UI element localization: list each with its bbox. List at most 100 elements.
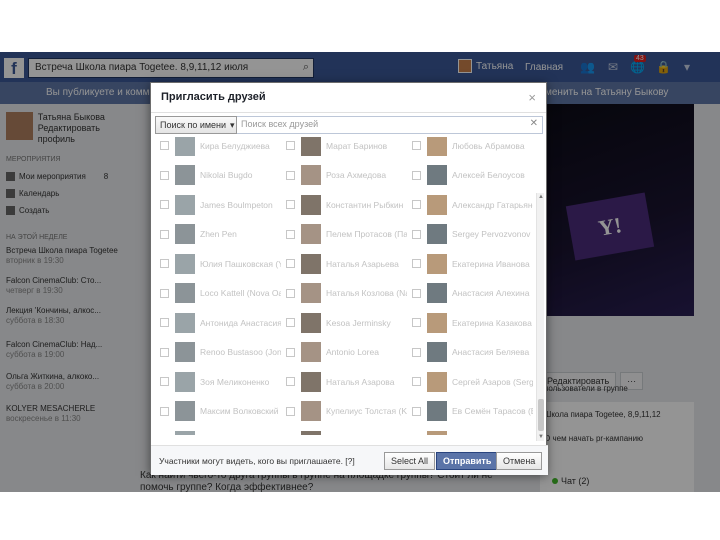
friend-item[interactable]: Анастасия Алехина xyxy=(407,279,533,308)
friend-item[interactable]: Antonio Lorea xyxy=(281,338,407,367)
filter-dropdown[interactable]: Поиск по имени ▾ xyxy=(155,116,237,134)
friend-item[interactable]: Купелиус Толстая (Kuon Zakhatova) xyxy=(281,397,407,426)
avatar xyxy=(427,283,447,303)
friend-name: Ев Семён Тарасов (Evg Semyon Tarasov) xyxy=(452,406,533,416)
friend-item[interactable]: Пелем Протасов (Павел Серцев) xyxy=(281,220,407,249)
friend-name: James Boulmpeton xyxy=(200,199,273,210)
friend-checkbox[interactable] xyxy=(412,170,421,180)
avatar xyxy=(301,253,321,274)
friend-item[interactable]: Наталья Козлова (Nata Kozlova) xyxy=(281,279,407,308)
friend-item[interactable]: Екатерина Казакова xyxy=(407,308,533,337)
friend-item[interactable]: Марат Баринов xyxy=(281,137,407,160)
avatar xyxy=(175,401,195,421)
friend-list-scrollbar[interactable]: ▲ ▼ xyxy=(536,193,544,441)
friend-item[interactable]: Константин Рыбкин xyxy=(281,190,407,219)
friend-checkbox[interactable] xyxy=(160,406,169,416)
avatar xyxy=(301,312,321,333)
friend-item[interactable]: Renoo Bustasoo (Jonney Scott) xyxy=(155,338,281,367)
friend-list: Кира Белуджиева Марат Баринов Любовь Абрам… xyxy=(155,137,535,435)
friend-name: Renoo Bustasoo (Jonney Scott) xyxy=(200,347,281,357)
friend-checkbox[interactable] xyxy=(160,141,169,150)
cancel-button[interactable]: Отмена xyxy=(496,452,543,470)
friend-name: Nikolai Bugdo xyxy=(200,170,253,180)
friend-row: Юлия АндрееваBoudo Ojeeff (Boudo Poulie)… xyxy=(155,426,535,435)
friend-row: Кира Белуджиева Марат Баринов Любовь Абрам… xyxy=(155,137,535,160)
friend-item[interactable]: Максим Волковский xyxy=(155,397,281,426)
friend-checkbox[interactable] xyxy=(286,406,295,416)
avatar xyxy=(175,371,195,392)
friend-checkbox[interactable] xyxy=(412,259,421,268)
friend-item[interactable]: Зоя Меликоненко xyxy=(155,367,281,396)
friend-item[interactable]: Юлия Андреева xyxy=(155,426,281,435)
friend-item[interactable]: Кира Белуджиева xyxy=(155,137,281,160)
friend-item[interactable]: Юлия Пашковская (Yury Pashkovsky) xyxy=(155,249,281,278)
friend-item[interactable]: Сергей Азаров (Sergey Azarov) xyxy=(407,367,533,396)
friend-search-input[interactable]: Поиск всех друзей ✕ xyxy=(237,116,543,134)
friend-checkbox[interactable] xyxy=(412,377,421,386)
friend-item[interactable]: Nikolai Bugdo xyxy=(155,161,281,190)
friend-checkbox[interactable] xyxy=(286,318,295,327)
friend-item[interactable]: Борис Данилский (Boris Danilsky) xyxy=(407,426,533,435)
friend-item[interactable]: Александр Гатарьянов xyxy=(407,190,533,219)
friend-checkbox[interactable] xyxy=(412,229,421,239)
friend-item[interactable]: Loco Kattell (Nova Oaks) xyxy=(155,279,281,308)
avatar xyxy=(175,253,195,274)
friend-checkbox[interactable] xyxy=(286,347,295,357)
friend-item[interactable]: Zhen Pen xyxy=(155,220,281,249)
friend-checkbox[interactable] xyxy=(286,259,295,268)
friend-checkbox[interactable] xyxy=(286,170,295,180)
scroll-up-icon[interactable]: ▲ xyxy=(537,193,545,201)
friend-checkbox[interactable] xyxy=(412,347,421,357)
friend-row: Zhen Pen Пелем Протасов (Павел Серцев) Ser… xyxy=(155,220,535,249)
select-all-button[interactable]: Select All xyxy=(384,452,436,470)
send-invites-button[interactable]: Отправить xyxy=(436,452,499,470)
friend-row: Nikolai Bugdo Роза Ахмедова Алексей Белоус… xyxy=(155,161,535,190)
friend-name: Максим Волковский xyxy=(200,406,279,416)
friend-checkbox[interactable] xyxy=(286,200,295,209)
friend-checkbox[interactable] xyxy=(412,288,421,298)
avatar xyxy=(301,137,321,156)
friend-name: Алексей Белоусов xyxy=(452,170,525,180)
friend-row: Максим Волковский Купелиус Толстая (Kuon … xyxy=(155,397,535,426)
avatar xyxy=(301,430,321,435)
friend-checkbox[interactable] xyxy=(160,229,169,239)
friend-item[interactable]: James Boulmpeton xyxy=(155,190,281,219)
friend-item[interactable]: Kesoa Jerminsky xyxy=(281,308,407,337)
friend-item[interactable]: Ев Семён Тарасов (Evg Semyon Tarasov) xyxy=(407,397,533,426)
friend-checkbox[interactable] xyxy=(286,288,295,298)
close-icon[interactable]: × xyxy=(528,90,536,105)
privacy-note: Участники могут видеть, кого вы приглаша… xyxy=(159,456,355,466)
friend-item[interactable]: Наталья Азарова xyxy=(281,367,407,396)
friend-name: Zhen Pen xyxy=(200,229,237,239)
friend-checkbox[interactable] xyxy=(160,347,169,357)
friend-row: Loco Kattell (Nova Oaks) Наталья Козлова … xyxy=(155,279,535,308)
clear-search-icon[interactable]: ✕ xyxy=(530,118,538,129)
friend-checkbox[interactable] xyxy=(412,200,421,209)
scroll-thumb[interactable] xyxy=(538,399,544,431)
friend-item[interactable]: Екатерина Иванова xyxy=(407,249,533,278)
friend-item[interactable]: Любовь Абрамова xyxy=(407,137,533,160)
friend-item[interactable]: Анастасия Беляева xyxy=(407,338,533,367)
friend-checkbox[interactable] xyxy=(160,288,169,298)
friend-item[interactable]: Антонида Анастасия xyxy=(155,308,281,337)
friend-checkbox[interactable] xyxy=(160,259,169,268)
friend-checkbox[interactable] xyxy=(160,318,169,327)
dialog-header: Пригласить друзей × xyxy=(151,83,546,113)
friend-item[interactable]: Boudo Ojeeff (Boudo Poulie) xyxy=(281,426,407,435)
friend-checkbox[interactable] xyxy=(412,406,421,416)
friend-item[interactable]: Роза Ахмедова xyxy=(281,161,407,190)
friend-checkbox[interactable] xyxy=(412,318,421,327)
friend-checkbox[interactable] xyxy=(286,377,295,386)
friend-name: Марат Баринов xyxy=(326,140,388,151)
scroll-down-icon[interactable]: ▼ xyxy=(537,433,545,441)
friend-checkbox[interactable] xyxy=(160,200,169,209)
friend-checkbox[interactable] xyxy=(412,141,421,150)
friend-item[interactable]: Алексей Белоусов xyxy=(407,161,533,190)
friend-checkbox[interactable] xyxy=(286,141,295,150)
friend-checkbox[interactable] xyxy=(160,377,169,386)
friend-checkbox[interactable] xyxy=(160,170,169,180)
friend-name: Сергей Азаров (Sergey Azarov) xyxy=(452,376,533,387)
friend-checkbox[interactable] xyxy=(286,229,295,239)
friend-item[interactable]: Sergey Pervozvonov xyxy=(407,220,533,249)
friend-item[interactable]: Наталья Азарьева xyxy=(281,249,407,278)
